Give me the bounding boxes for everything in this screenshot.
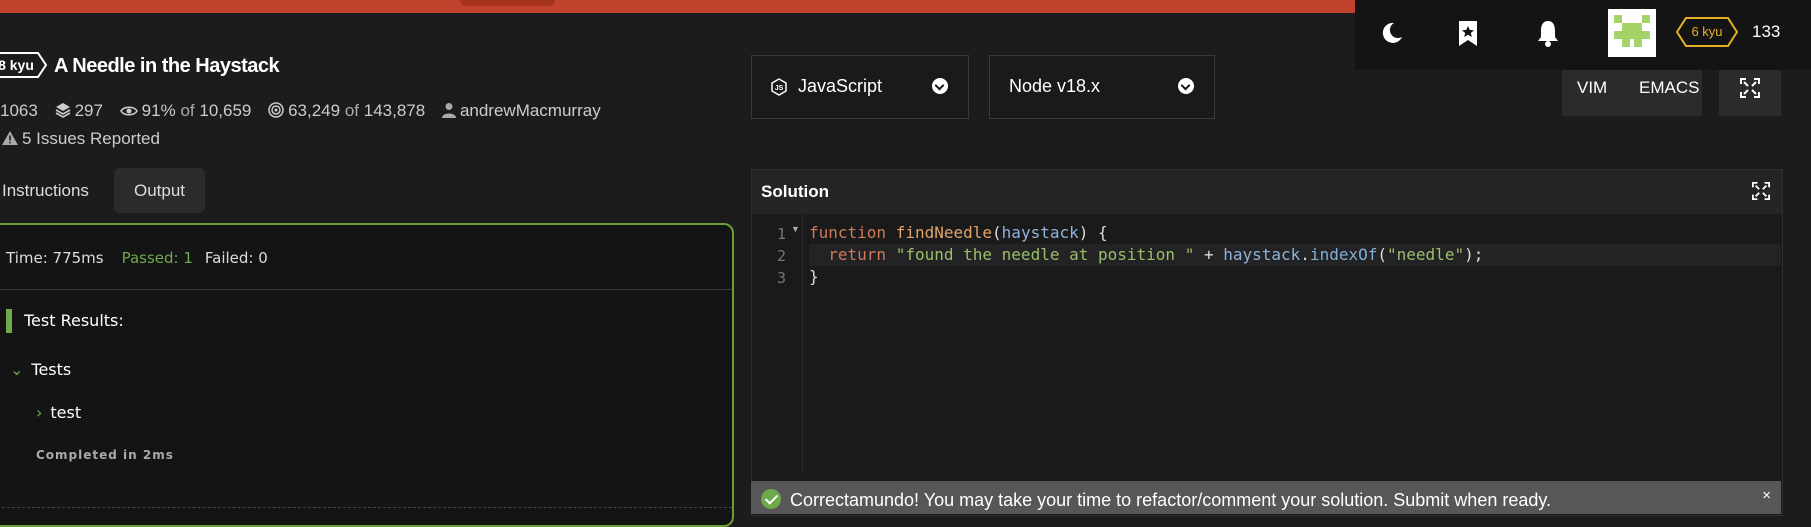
tests-label: Tests [31,360,72,379]
test-label: test [50,403,82,422]
completed-time: Completed in 2ms [36,448,174,462]
votes-stat[interactable]: 1063 [0,101,38,121]
output-panel: Time: 775ms Passed: 1 Failed: 0 Test Resul… [0,223,734,527]
failed-count: Failed: 0 [204,249,268,267]
user-rank-badge[interactable]: 6 kyu [1676,17,1738,47]
editor-mode-group: VIM EMACS [1562,70,1702,116]
satisfaction-stat: 91% of 10,659 [119,101,252,121]
language-select[interactable]: JS JavaScript [751,55,969,119]
divider [0,289,732,290]
code-line: } [809,267,819,286]
eye-icon [119,106,138,116]
completions-stat: 63,249 of 143,878 [268,101,425,121]
user-rank-label: 6 kyu [1691,24,1723,39]
issues-label: 5 Issues Reported [22,129,160,148]
honor-count: 133 [1752,22,1781,41]
attempted-count: 143,878 [363,101,426,120]
author-name: andrewMacmurray [459,101,601,120]
bookmark-star-icon[interactable] [1453,18,1483,48]
satisfaction-pct: 91% [141,101,176,120]
user-toolbar [1355,0,1811,70]
line-number: 1 [776,225,786,243]
of-label: of [180,101,195,120]
collections-count: 297 [74,101,103,120]
completed-count: 63,249 [288,101,341,120]
user-icon [441,103,456,118]
avatar[interactable] [1608,9,1656,57]
author-stat[interactable]: andrewMacmurray [441,101,601,121]
chevron-down-icon [1178,78,1194,94]
passed-count: Passed: 1 [121,249,193,267]
emacs-mode-button[interactable]: EMACS [1639,78,1699,98]
vim-mode-button[interactable]: VIM [1577,78,1607,98]
line-number: 2 [776,247,786,265]
dashed-divider [0,507,732,508]
check-circle-icon [761,489,781,509]
moon-icon[interactable] [1376,18,1406,48]
test-results-heading: Test Results: [6,309,124,333]
solution-editor: Solution 1 2 3 ▼ function findNeedle(hay… [751,169,1783,516]
chevron-down-icon: ⌄ [10,360,24,379]
kata-title[interactable]: A Needle in the Haystack [54,55,280,78]
tab-instructions[interactable]: Instructions [2,168,89,213]
version-label: Node v18.x [1009,76,1101,96]
kata-rank-badge: 8 kyu [0,51,48,79]
collections-stat[interactable]: 297 [55,101,103,121]
fullscreen-icon[interactable] [1752,182,1770,205]
bell-icon[interactable] [1533,18,1563,48]
tests-group[interactable]: ⌄ Tests [10,360,71,379]
toast-message: Correctamundo! You may take your time to… [790,490,1552,510]
line-number: 3 [776,269,786,287]
chevron-down-icon [932,78,948,94]
target-icon [268,102,284,118]
language-label: JavaScript [798,76,883,96]
fullscreen-button[interactable] [1719,70,1781,116]
top-banner-pill[interactable] [460,0,555,6]
chevron-right-icon: › [36,403,43,422]
satisfaction-votes: 10,659 [199,101,252,120]
editor-title: Solution [761,182,829,201]
fullscreen-icon [1740,78,1760,98]
fold-arrow-icon[interactable]: ▼ [791,224,800,234]
warning-icon [2,131,18,145]
code-line: function findNeedle(haystack) { [809,223,1108,242]
javascript-icon: JS [771,78,787,96]
editor-header: Solution [752,170,1782,214]
version-select[interactable]: Node v18.x [989,55,1215,119]
of-label: of [344,101,360,120]
kata-rank-label: 8 kyu [0,57,34,73]
test-item[interactable]: › test [36,403,81,422]
success-toast: Correctamundo! You may take your time to… [751,481,1781,514]
tab-output[interactable]: Output [114,168,206,213]
issues-link[interactable]: 5 Issues Reported [2,129,160,149]
svg-text:JS: JS [775,85,784,92]
code-line: return "found the needle at position " +… [809,244,1781,266]
test-summary: Time: 775ms Passed: 1 Failed: 0 [6,249,268,267]
kata-stats: 1063 297 91% of 10,659 63,249 of 143,878… [0,101,613,121]
run-time: Time: 775ms [6,249,104,267]
layers-icon [55,103,70,118]
votes-count: 1063 [0,101,38,120]
line-gutter: 1 2 3 [752,214,803,474]
close-icon[interactable]: × [1762,487,1771,504]
